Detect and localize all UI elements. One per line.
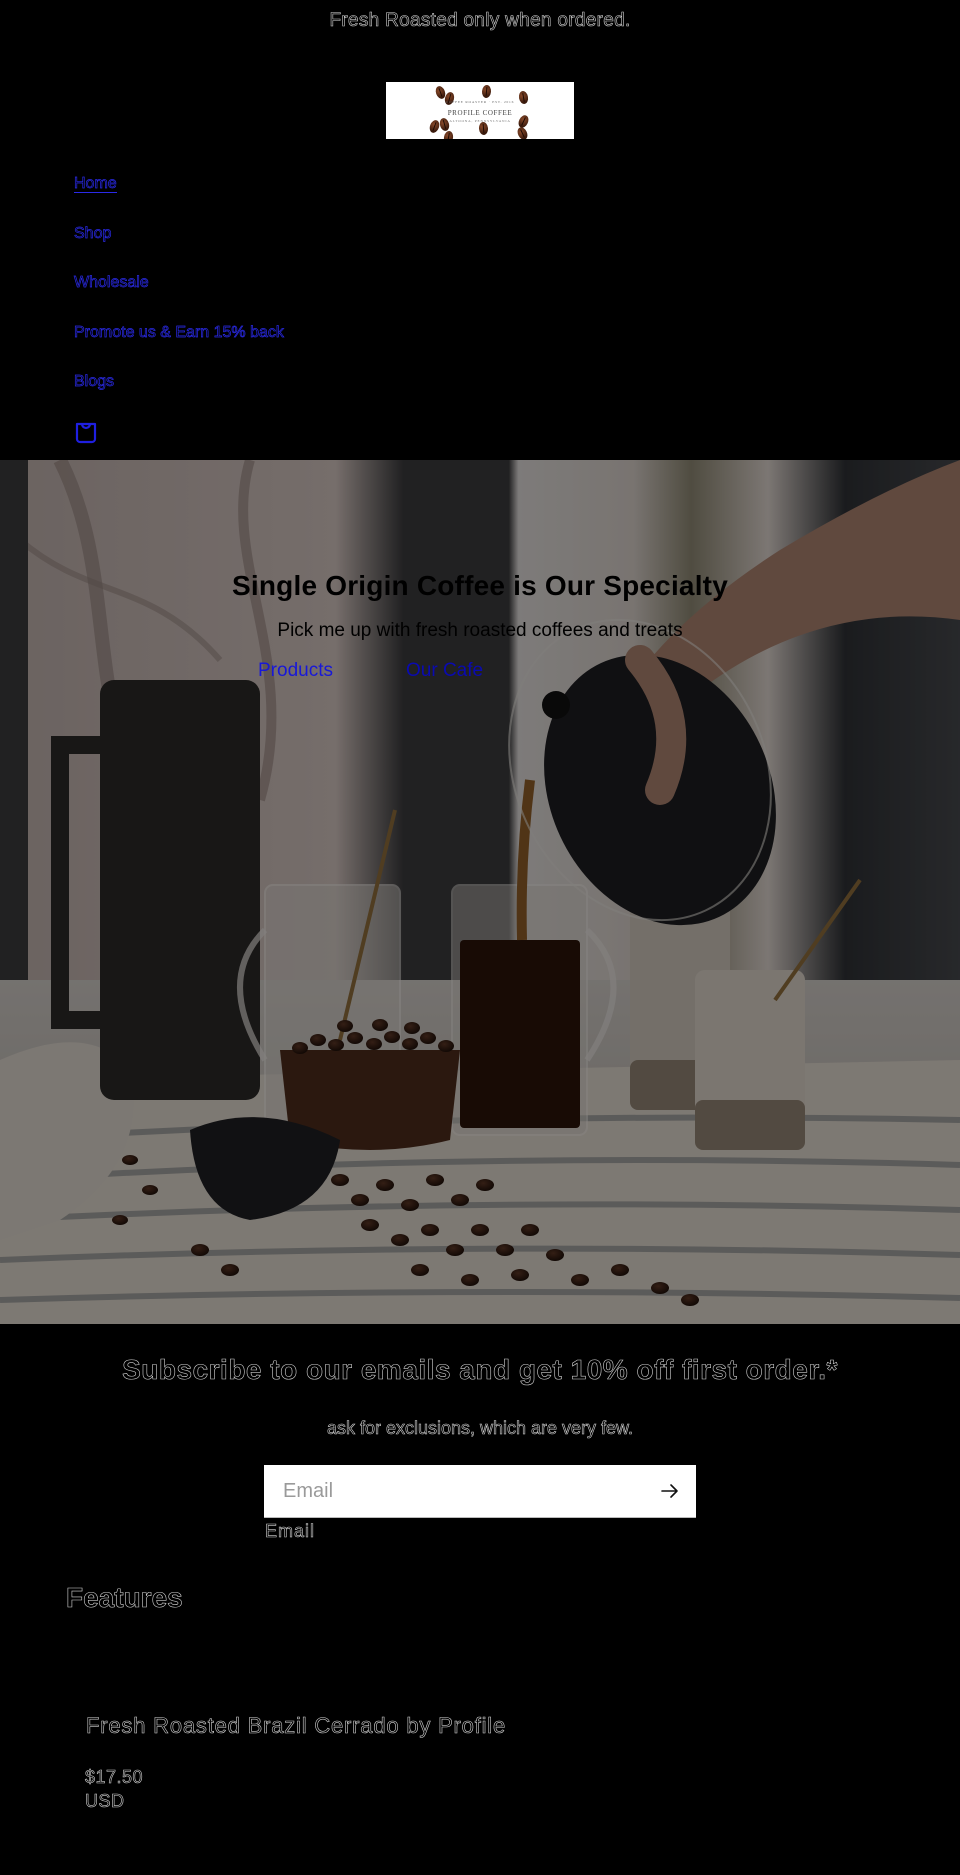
cart-bag-icon	[75, 422, 97, 444]
hero-content: Single Origin Coffee is Our Specialty Pi…	[0, 570, 960, 700]
hero-subtitle: Pick me up with fresh roasted coffees an…	[277, 620, 683, 641]
subscribe-submit-button[interactable]	[658, 1479, 682, 1503]
email-field-label: Email	[265, 1521, 316, 1542]
hero-buttons: Products Our Cafe	[0, 660, 960, 700]
logo-tagline-bottom: ALTOONA, PENNSYLVANIA	[449, 119, 511, 123]
newsletter-form	[264, 1465, 696, 1518]
nav-item-promote[interactable]: Promote us & Earn 15% back	[74, 321, 285, 371]
main-nav: Home Shop Wholesale Promote us & Earn 15…	[74, 172, 285, 420]
newsletter-text: ask for exclusions, which are very few.	[326, 1418, 634, 1439]
nav-item-blogs[interactable]: Blogs	[74, 370, 284, 420]
logo-bean-icon	[442, 130, 455, 139]
store-logo[interactable]: COFFEE ROASTER · EST. 2016 PROFILE COFFE…	[386, 82, 574, 139]
nav-item-label: Wholesale	[74, 274, 149, 292]
nav-item-label: Home	[74, 175, 117, 193]
logo-brand-name: PROFILE COFFEE	[447, 109, 513, 117]
hero-title: Single Origin Coffee is Our Specialty	[232, 570, 728, 601]
features-heading: Features	[66, 1582, 183, 1614]
products-button[interactable]: Products	[258, 660, 333, 682]
product-price: $17.50 USD	[85, 1765, 143, 1813]
nav-item-home[interactable]: Home	[74, 172, 284, 222]
price-currency: USD	[85, 1791, 125, 1812]
nav-item-label: Shop	[74, 224, 112, 242]
newsletter-title: Subscribe to our emails and get 10% off …	[122, 1354, 838, 1386]
nav-item-label: Promote us & Earn 15% back	[74, 323, 285, 341]
nav-item-shop[interactable]: Shop	[74, 222, 284, 272]
hero-banner: Single Origin Coffee is Our Specialty Pi…	[0, 460, 960, 1324]
logo-bean-icon	[481, 84, 492, 99]
price-amount: $17.50	[85, 1767, 144, 1788]
product-card-title[interactable]: Fresh Roasted Brazil Cerrado by Profile	[86, 1713, 506, 1739]
nav-item-wholesale[interactable]: Wholesale	[74, 271, 284, 321]
announcement-bar: Fresh Roasted only when ordered.	[329, 10, 631, 32]
our-cafe-button[interactable]: Our Cafe	[406, 660, 483, 682]
arrow-right-icon	[661, 1484, 678, 1498]
logo-tagline-top: COFFEE ROASTER · EST. 2016	[445, 100, 515, 104]
logo-bean-icon	[478, 121, 489, 136]
nav-item-label: Blogs	[74, 373, 115, 391]
cart-button[interactable]	[74, 421, 98, 445]
email-input[interactable]	[264, 1465, 644, 1517]
logo-bean-icon	[515, 125, 530, 139]
